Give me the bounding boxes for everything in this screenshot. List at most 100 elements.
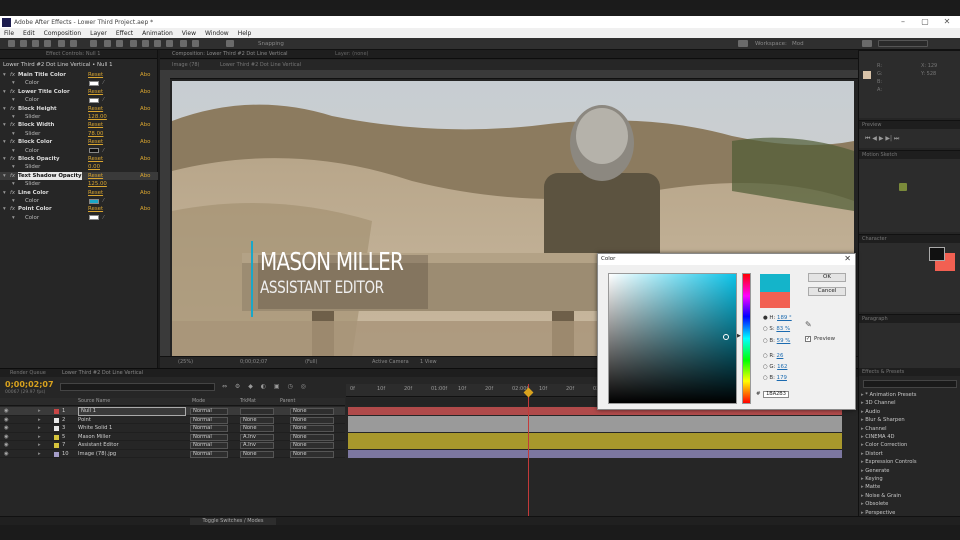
- label-color-icon[interactable]: [54, 417, 59, 423]
- effect-category[interactable]: ▸ Distort: [861, 451, 883, 457]
- fx-toggle-icon[interactable]: fx: [10, 121, 15, 129]
- effect-category[interactable]: ▸ Expression Controls: [861, 459, 917, 465]
- effect-category[interactable]: ▸ Color Correction: [861, 442, 907, 448]
- blend-mode-select[interactable]: Normal: [190, 450, 228, 458]
- visibility-eye-icon[interactable]: ◉: [4, 441, 9, 450]
- label-color-icon[interactable]: [54, 426, 59, 431]
- parent-select[interactable]: None: [290, 433, 334, 441]
- zoom-tool-icon[interactable]: [44, 40, 51, 47]
- stroke-color-swatch[interactable]: [929, 247, 945, 261]
- twirl-icon[interactable]: ▾: [12, 79, 15, 87]
- twirl-icon[interactable]: ▾: [3, 205, 6, 213]
- timeline-search-input[interactable]: [60, 383, 215, 391]
- timeline-comp-tab[interactable]: Lower Third #2 Dot Line Vertical: [62, 370, 143, 376]
- layer-name[interactable]: Assistant Editor: [78, 441, 186, 450]
- slider-value[interactable]: 125.00: [88, 180, 107, 188]
- menu-file[interactable]: File: [4, 30, 14, 37]
- layer-tab[interactable]: Layer: (none): [335, 51, 369, 57]
- track-matte-select[interactable]: A.Inv: [240, 442, 274, 449]
- red-value[interactable]: ○ R: 26: [763, 353, 783, 359]
- current-color-swatch[interactable]: [760, 292, 790, 308]
- effect-row[interactable]: ▾ fx Text Shadow Opacity Reset Abo: [0, 171, 158, 181]
- twirl-icon[interactable]: ▸: [38, 433, 41, 442]
- search-help-icon[interactable]: [862, 40, 872, 47]
- parent-select[interactable]: None: [290, 416, 334, 424]
- rotate-tool-icon[interactable]: [58, 40, 65, 47]
- parent-select[interactable]: None: [290, 450, 334, 458]
- effect-row[interactable]: ▾ fx Line Color Reset Abo: [0, 189, 158, 197]
- render-queue-tab[interactable]: Render Queue: [10, 370, 46, 376]
- timeline-switches-icons[interactable]: ⇔ ⚙ ◆ ◐ ▣ ◷ ◎: [222, 383, 342, 391]
- layer-name[interactable]: Null 1: [78, 407, 186, 416]
- about-link[interactable]: Abo: [140, 88, 150, 96]
- blend-mode-select[interactable]: Normal: [190, 408, 228, 415]
- visibility-eye-icon[interactable]: ◉: [4, 450, 9, 459]
- twirl-icon[interactable]: ▾: [12, 113, 15, 121]
- column-source-name[interactable]: Source Name: [78, 399, 110, 404]
- layer-row[interactable]: ◉ ▸ 10 Image (78).jpg Normal None None: [0, 450, 345, 459]
- menu-layer[interactable]: Layer: [90, 30, 107, 37]
- color-field-cursor[interactable]: [723, 334, 729, 340]
- visibility-eye-icon[interactable]: ◉: [4, 416, 9, 425]
- column-trkmat[interactable]: TrkMat: [240, 399, 256, 404]
- twirl-icon[interactable]: ▾: [3, 88, 6, 96]
- twirl-icon[interactable]: ▾: [3, 155, 6, 163]
- track-matte-select[interactable]: [240, 408, 274, 415]
- type-tool-icon[interactable]: [130, 40, 137, 47]
- track-matte-select[interactable]: A.Inv: [240, 433, 274, 441]
- eyedropper-icon[interactable]: ⁄: [103, 80, 109, 86]
- hue-field[interactable]: 189 °: [777, 315, 792, 321]
- menu-help[interactable]: Help: [238, 30, 252, 37]
- effect-param-row[interactable]: ▾ Color ⁄: [0, 214, 158, 222]
- reset-link[interactable]: Reset: [88, 189, 103, 197]
- effect-row[interactable]: ▾ fx Block Height Reset Abo: [0, 105, 158, 113]
- roto-tool-icon[interactable]: [180, 40, 187, 47]
- fx-toggle-icon[interactable]: fx: [10, 172, 15, 180]
- about-link[interactable]: Abo: [140, 172, 150, 180]
- layer-name[interactable]: Image (78).jpg: [78, 450, 186, 459]
- camera-tool-icon[interactable]: [70, 40, 77, 47]
- subtab-lower-third[interactable]: Lower Third #2 Dot Line Vertical: [220, 62, 301, 68]
- twirl-icon[interactable]: ▾: [3, 71, 6, 79]
- green-field[interactable]: 162: [777, 364, 787, 370]
- twirl-icon[interactable]: ▾: [12, 180, 15, 188]
- effect-controls-tab[interactable]: Effect Controls: Null 1: [0, 50, 157, 59]
- minimize-button[interactable]: –: [892, 16, 914, 28]
- layer-row[interactable]: ◉ ▸ 1 Null 1 Normal None: [0, 407, 345, 416]
- color-swatch[interactable]: [89, 215, 99, 221]
- twirl-icon[interactable]: ▸: [38, 407, 41, 416]
- toolbar-toggle-icon[interactable]: [738, 40, 748, 47]
- green-value[interactable]: ○ G: 162: [763, 364, 787, 370]
- brightness-value[interactable]: ○ B: 59 %: [763, 338, 790, 344]
- effect-param-row[interactable]: ▾ Color ⁄: [0, 79, 158, 87]
- reset-link[interactable]: Reset: [88, 155, 103, 163]
- twirl-icon[interactable]: ▾: [12, 96, 15, 104]
- twirl-icon[interactable]: ▾: [12, 214, 15, 222]
- layer-name[interactable]: Point: [78, 416, 186, 425]
- parent-select[interactable]: None: [290, 425, 334, 432]
- blend-mode-select[interactable]: Normal: [190, 433, 228, 441]
- layer-duration-bar[interactable]: [348, 415, 842, 424]
- effect-row[interactable]: ▾ fx Main Title Color Reset Abo: [0, 71, 158, 79]
- twirl-icon[interactable]: ▸: [38, 424, 41, 433]
- effect-param-row[interactable]: ▾ Color ⁄: [0, 96, 158, 104]
- effect-param-row[interactable]: ▾ Slider 0.00: [0, 163, 158, 171]
- menu-animation[interactable]: Animation: [142, 30, 173, 37]
- effect-row[interactable]: ▾ fx Lower Title Color Reset Abo: [0, 88, 158, 96]
- effect-row[interactable]: ▾ fx Block Width Reset Abo: [0, 121, 158, 129]
- label-color-icon[interactable]: [54, 443, 59, 448]
- effect-category[interactable]: ▸ CINEMA 4D: [861, 434, 895, 440]
- blue-value[interactable]: ○ B: 179: [763, 375, 787, 381]
- maximize-button[interactable]: ▢: [914, 16, 936, 28]
- twirl-icon[interactable]: ▾: [3, 138, 6, 146]
- layer-row[interactable]: ◉ ▸ 2 Point Normal None None: [0, 416, 345, 425]
- hue-slider-arrow-icon[interactable]: ▶: [737, 333, 741, 339]
- color-swatch[interactable]: [89, 198, 99, 204]
- effect-category[interactable]: ▸ Obsolete: [861, 501, 888, 507]
- effect-category[interactable]: ▸ Channel: [861, 426, 887, 432]
- color-swatch[interactable]: [89, 80, 99, 86]
- puppet-tool-icon[interactable]: [192, 40, 199, 47]
- track-matte-select[interactable]: None: [240, 425, 274, 432]
- effect-param-row[interactable]: ▾ Slider 128.00: [0, 113, 158, 121]
- layer-name[interactable]: White Solid 1: [78, 424, 186, 433]
